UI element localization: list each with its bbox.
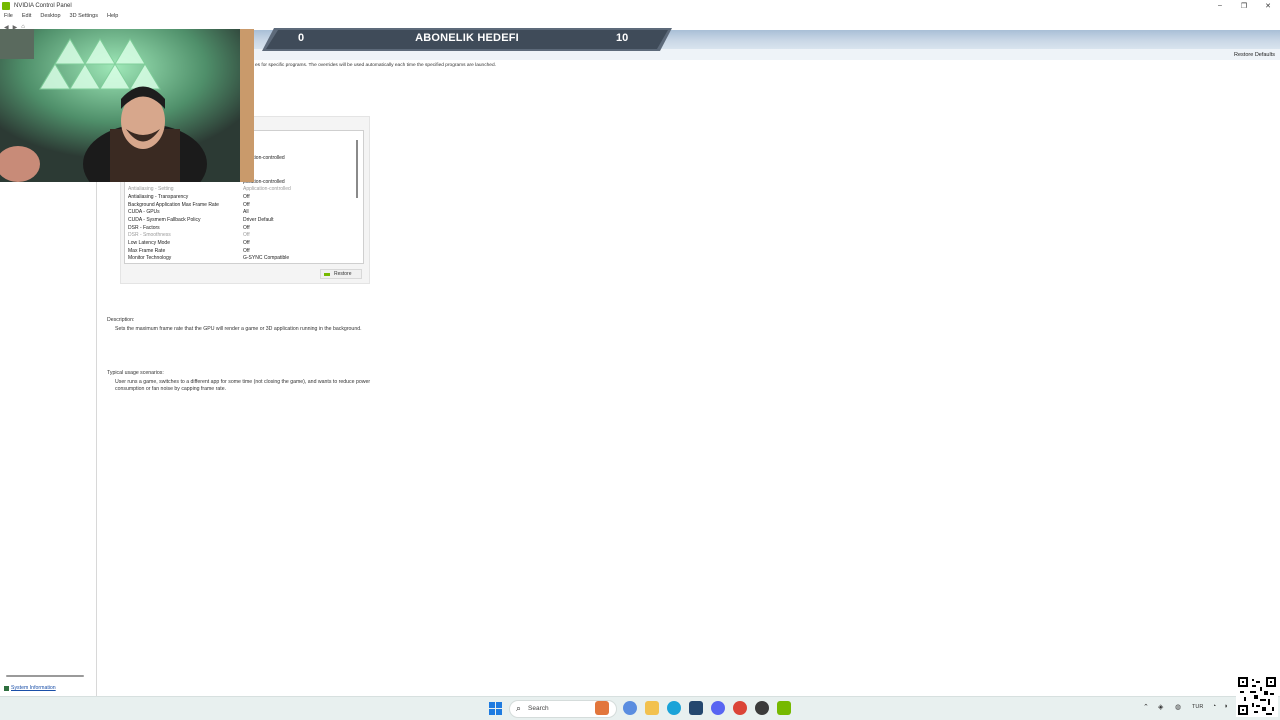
close-button[interactable]: ✕	[1256, 0, 1280, 11]
search-icon: ⌕	[516, 703, 522, 713]
settings-row[interactable]: Antialiasing - Transparency Off	[128, 194, 358, 202]
nvidia-app-icon	[2, 1, 10, 10]
restore-icon	[324, 272, 330, 276]
screen: NVIDIA Control Panel – ❐ ✕ File Edit Des…	[0, 0, 1280, 720]
minimize-button[interactable]: –	[1208, 0, 1232, 11]
restore-defaults-link[interactable]: Restore Defaults	[1234, 52, 1275, 58]
setting-value: Off	[243, 232, 250, 238]
qr-code-overlay	[1236, 675, 1278, 717]
menu-3d-settings[interactable]: 3D Settings	[70, 13, 98, 19]
system-info-icon	[4, 685, 9, 691]
start-pane	[489, 702, 495, 708]
edge-icon[interactable]	[667, 701, 681, 715]
settings-row[interactable]: DSR - Smoothness Off	[128, 232, 358, 240]
store-icon[interactable]	[689, 701, 703, 715]
nvidia-taskbar-icon[interactable]	[777, 701, 791, 715]
copilot-icon[interactable]	[623, 701, 637, 715]
sidebar-scrollbar[interactable]	[6, 675, 84, 677]
setting-feature: CUDA - Sysmem Fallback Policy	[128, 217, 201, 223]
system-information[interactable]: System Information	[4, 685, 56, 691]
settings-row[interactable]: CUDA - GPUs All	[128, 209, 358, 217]
obs-icon[interactable]	[755, 701, 769, 715]
maximize-button[interactable]: ❐	[1232, 0, 1256, 11]
setting-value: Off	[243, 240, 250, 246]
settings-row[interactable]: Monitor Technology G-SYNC Compatible	[128, 255, 358, 263]
menu-edit[interactable]: Edit	[22, 13, 31, 19]
title-bar: NVIDIA Control Panel – ❐ ✕	[0, 0, 1280, 11]
webcam-overlay	[0, 29, 254, 182]
network-tray-icon[interactable]: ◈	[1158, 703, 1163, 711]
intro-text: es for specific programs. The overrides …	[255, 63, 496, 68]
menu-file[interactable]: File	[4, 13, 13, 19]
volume-tray-icon[interactable]: ◗	[1224, 703, 1228, 710]
setting-value: All	[243, 209, 249, 215]
tray-chevron-icon[interactable]: ⌃	[1143, 703, 1149, 711]
setting-value: Off	[243, 194, 250, 200]
setting-value: G-SYNC Compatible	[243, 255, 290, 261]
settings-row[interactable]: CUDA - Sysmem Fallback Policy Driver Def…	[128, 217, 358, 225]
menu-desktop[interactable]: Desktop	[40, 13, 60, 19]
setting-value: Driver Default	[243, 217, 274, 223]
mic-tray-icon[interactable]: ◍	[1175, 703, 1181, 711]
usage-label: Typical usage scenarios:	[107, 370, 164, 376]
settings-list-scrollbar[interactable]	[356, 140, 358, 198]
subscriber-target: 10	[616, 32, 629, 44]
setting-feature: Antialiasing - Setting	[128, 186, 174, 192]
setting-feature: CUDA - GPUs	[128, 209, 160, 215]
setting-feature: DSR - Smoothness	[128, 232, 171, 238]
start-pane	[496, 709, 502, 715]
start-button[interactable]	[489, 702, 502, 715]
file-explorer-icon[interactable]	[645, 701, 659, 715]
setting-feature: Antialiasing - Transparency	[128, 194, 189, 200]
restore-button-label: Restore	[334, 271, 352, 277]
setting-feature: Low Latency Mode	[128, 240, 170, 246]
subscriber-goal-banner: 0 ABONELIK HEDEFI 10	[262, 28, 672, 51]
search-placeholder: Search	[528, 705, 549, 712]
search-highlight-icon[interactable]	[595, 701, 609, 715]
settings-row[interactable]: Low Latency Mode Off	[128, 240, 358, 248]
description-text: Sets the maximum frame rate that the GPU…	[115, 326, 362, 332]
taskbar: ⌕ Search ⌃ ◈ ◍ TUR ◔ ◗	[0, 696, 1280, 720]
restore-button[interactable]: Restore	[320, 269, 362, 279]
language-indicator[interactable]: TUR	[1192, 704, 1203, 710]
window-controls: – ❐ ✕	[1208, 0, 1280, 11]
subscriber-goal-title: ABONELIK HEDEFI	[415, 32, 519, 44]
webcam-image	[0, 29, 254, 182]
discord-icon[interactable]	[711, 701, 725, 715]
settings-row[interactable]: Antialiasing - Setting Application-contr…	[128, 186, 358, 194]
system-information-link[interactable]: System Information	[11, 685, 56, 691]
start-pane	[496, 702, 502, 708]
usage-text: User runs a game, switches to a differen…	[115, 379, 371, 392]
setting-value: Application-controlled	[243, 186, 291, 192]
window-title: NVIDIA Control Panel	[14, 2, 72, 9]
menu-help[interactable]: Help	[107, 13, 118, 19]
start-pane	[489, 709, 495, 715]
menu-bar: File Edit Desktop 3D Settings Help	[0, 11, 1280, 21]
chrome-icon[interactable]	[733, 701, 747, 715]
setting-feature: Monitor Technology	[128, 255, 172, 261]
wifi-tray-icon[interactable]: ◔	[1212, 703, 1216, 710]
description-label: Description:	[107, 317, 135, 323]
